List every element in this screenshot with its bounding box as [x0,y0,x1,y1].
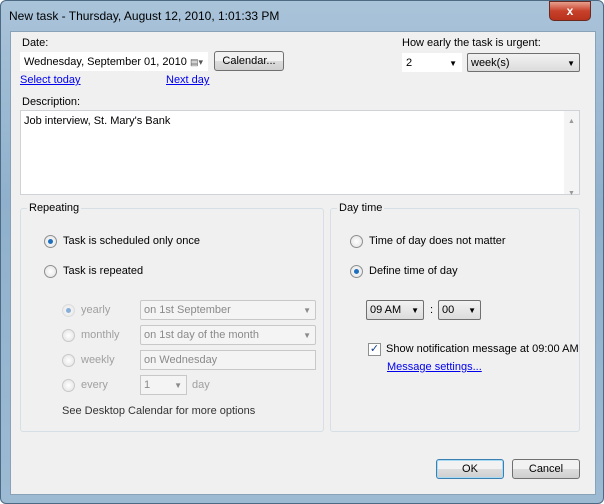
time-separator: : [430,304,434,316]
window-title: New task - Thursday, August 12, 2010, 1:… [9,9,280,23]
every-suffix: day [192,379,210,391]
radio-weekly[interactable] [62,354,75,367]
radio-no-matter-label: Time of day does not matter [369,235,506,247]
urgency-unit-value: week(s) [471,57,510,69]
date-picker[interactable]: Wednesday, September 01, 2010 ▤▾ [20,52,208,71]
radio-once[interactable] [44,235,57,248]
chevron-down-icon: ▼ [449,59,457,68]
select-today-link[interactable]: Select today [20,74,81,86]
chevron-down-icon: ▼ [468,306,476,315]
date-label: Date: [22,37,49,49]
next-day-link[interactable]: Next day [166,74,209,86]
monthly-value: on 1st day of the month [144,329,259,341]
notification-label: Show notification message at 09:00 AM [386,343,579,355]
radio-repeated[interactable] [44,265,57,278]
radio-monthly-label: monthly [81,329,120,341]
every-value: 1 [144,379,151,391]
more-options-note: See Desktop Calendar for more options [62,405,256,417]
hour-combo[interactable]: 09 AM ▼ [366,300,424,320]
urgency-label: How early the task is urgent: [402,37,541,49]
weekly-field[interactable]: on Wednesday [140,350,316,370]
urgency-amount-value: 2 [406,57,413,69]
chevron-down-icon: ▼ [411,306,419,315]
yearly-combo[interactable]: on 1st September ▼ [140,300,316,320]
description-label: Description: [22,96,81,108]
daytime-title: Day time [337,202,385,214]
repeating-title: Repeating [27,202,82,214]
message-settings-link[interactable]: Message settings... [387,361,482,373]
every-combo[interactable]: 1 ▼ [140,375,187,395]
close-icon: x [566,4,574,18]
radio-monthly[interactable] [62,329,75,342]
scrollbar[interactable]: ▲ ▼ [564,111,579,197]
radio-define-time-label: Define time of day [369,265,458,277]
chevron-down-icon: ▼ [303,306,311,315]
radio-once-label: Task is scheduled only once [63,235,200,247]
radio-weekly-label: weekly [81,354,115,366]
chevron-down-icon: ▼ [567,59,575,68]
notification-checkbox[interactable]: ✓ [368,343,381,356]
calendar-button[interactable]: Calendar... [214,51,284,71]
checkmark-icon: ✓ [369,343,380,355]
description-textarea[interactable]: Job interview, St. Mary's Bank ▲ ▼ [20,110,580,197]
description-value: Job interview, St. Mary's Bank [24,115,171,127]
calendar-dropdown-icon[interactable]: ▤▾ [190,55,203,69]
radio-every-label: every [81,379,108,391]
radio-yearly-label: yearly [81,304,111,316]
close-button[interactable]: x [549,1,591,21]
chevron-down-icon: ▼ [174,381,182,390]
monthly-combo[interactable]: on 1st day of the month ▼ [140,325,316,345]
radio-define-time[interactable] [350,265,363,278]
radio-every[interactable] [62,379,75,392]
radio-no-matter[interactable] [350,235,363,248]
radio-repeated-label: Task is repeated [63,265,144,277]
weekly-value: on Wednesday [144,354,218,366]
chevron-down-icon: ▼ [303,331,311,340]
urgency-amount-combo[interactable]: 2 ▼ [402,53,462,72]
date-value: Wednesday, September 01, 2010 [24,56,187,68]
cancel-button[interactable]: Cancel [512,459,580,479]
ok-button[interactable]: OK [436,459,504,479]
urgency-unit-combo[interactable]: week(s) ▼ [467,53,580,72]
minute-value: 00 [442,304,455,316]
hour-value: 09 AM [370,304,402,316]
yearly-value: on 1st September [144,304,231,316]
radio-yearly[interactable] [62,304,75,317]
minute-combo[interactable]: 00 ▼ [438,300,481,320]
